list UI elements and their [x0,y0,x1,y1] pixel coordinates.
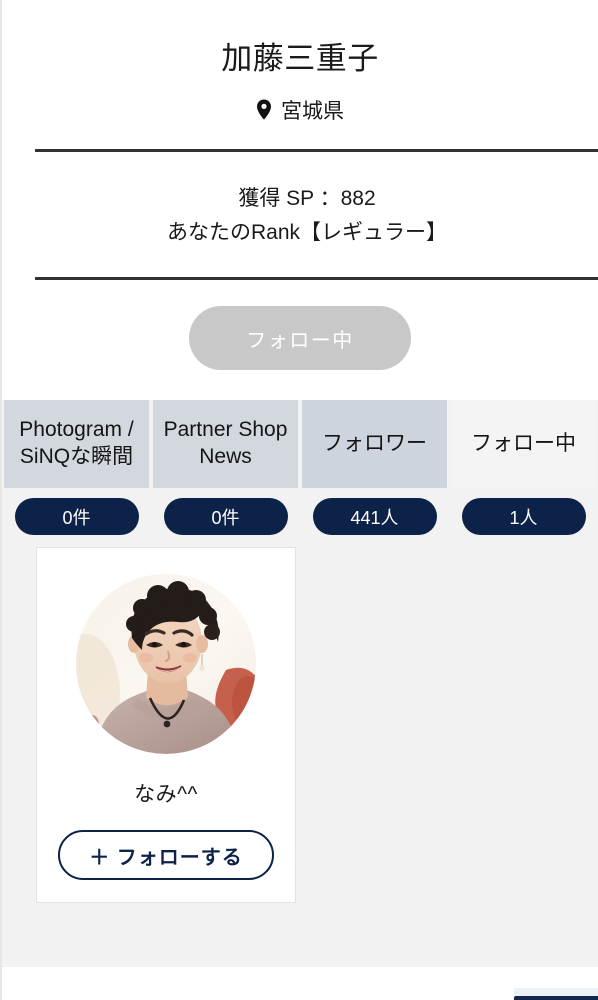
count-badge-following[interactable]: 1人 [461,498,586,536]
count-badge-photogram[interactable]: 0件 [14,498,139,536]
tab-partner-shop-news-label: Partner Shop News [163,418,288,469]
tab-photogram[interactable]: Photogram / SiNQな瞬間 [4,400,149,489]
avatar [76,574,256,755]
sp-value: 獲得 SP ：882 [238,186,376,210]
count-cell-followers: 441人 [302,498,447,536]
tab-followers[interactable]: フォロワー [302,400,447,489]
tab-bar: Photogram / SiNQな瞬間 Partner Shop News フォ… [2,400,598,489]
tab-photogram-label: Photogram / SiNQな瞬間 [19,418,134,469]
count-cell-following: 1人 [451,498,596,536]
card-user-name: なみ^^ [134,783,198,807]
tab-count-bar: 0件 0件 441人 1人 [2,488,598,547]
rank-value: あなたのRank【レギュラー】 [166,221,448,245]
profile-page: 加藤三重子 宮城県 獲得 SP ：882 あなたのRank【レギュラー】 フォロ… [0,0,598,1000]
tab-following-label: フォロー中 [471,431,576,455]
tab-followers-label: フォロワー [322,431,427,455]
following-status-button[interactable]: フォロー中 [189,306,411,371]
map-pin-icon [256,99,272,120]
count-badge-followers[interactable]: 441人 [312,498,437,536]
tabs-region: Photogram / SiNQな瞬間 Partner Shop News フォ… [2,400,598,548]
location-label: 宮城県 [281,99,344,123]
stats-block: 獲得 SP ：882 あなたのRank【レギュラー】 [2,152,598,277]
follow-button[interactable]: ＋ フォローする [58,830,274,881]
count-badge-partner-shop-news[interactable]: 0件 [163,498,288,536]
user-card-grid: なみ^^ ＋ フォローする [2,547,598,968]
portrait-photo-image [76,574,256,755]
location-row: 宮城県 [2,95,598,125]
list-item[interactable]: なみ^^ ＋ フォローする [36,547,296,904]
profile-header: 加藤三重子 宮城県 [2,0,598,125]
floating-action-button-sliver[interactable] [514,996,598,1000]
count-cell-photogram: 0件 [4,498,149,536]
floating-button-glow [514,988,598,996]
page-title: 加藤三重子 [221,41,379,76]
tab-partner-shop-news[interactable]: Partner Shop News [153,400,298,489]
tab-following[interactable]: フォロー中 [451,400,596,489]
count-cell-partner-shop-news: 0件 [153,498,298,536]
follow-state-row: フォロー中 [2,280,598,401]
